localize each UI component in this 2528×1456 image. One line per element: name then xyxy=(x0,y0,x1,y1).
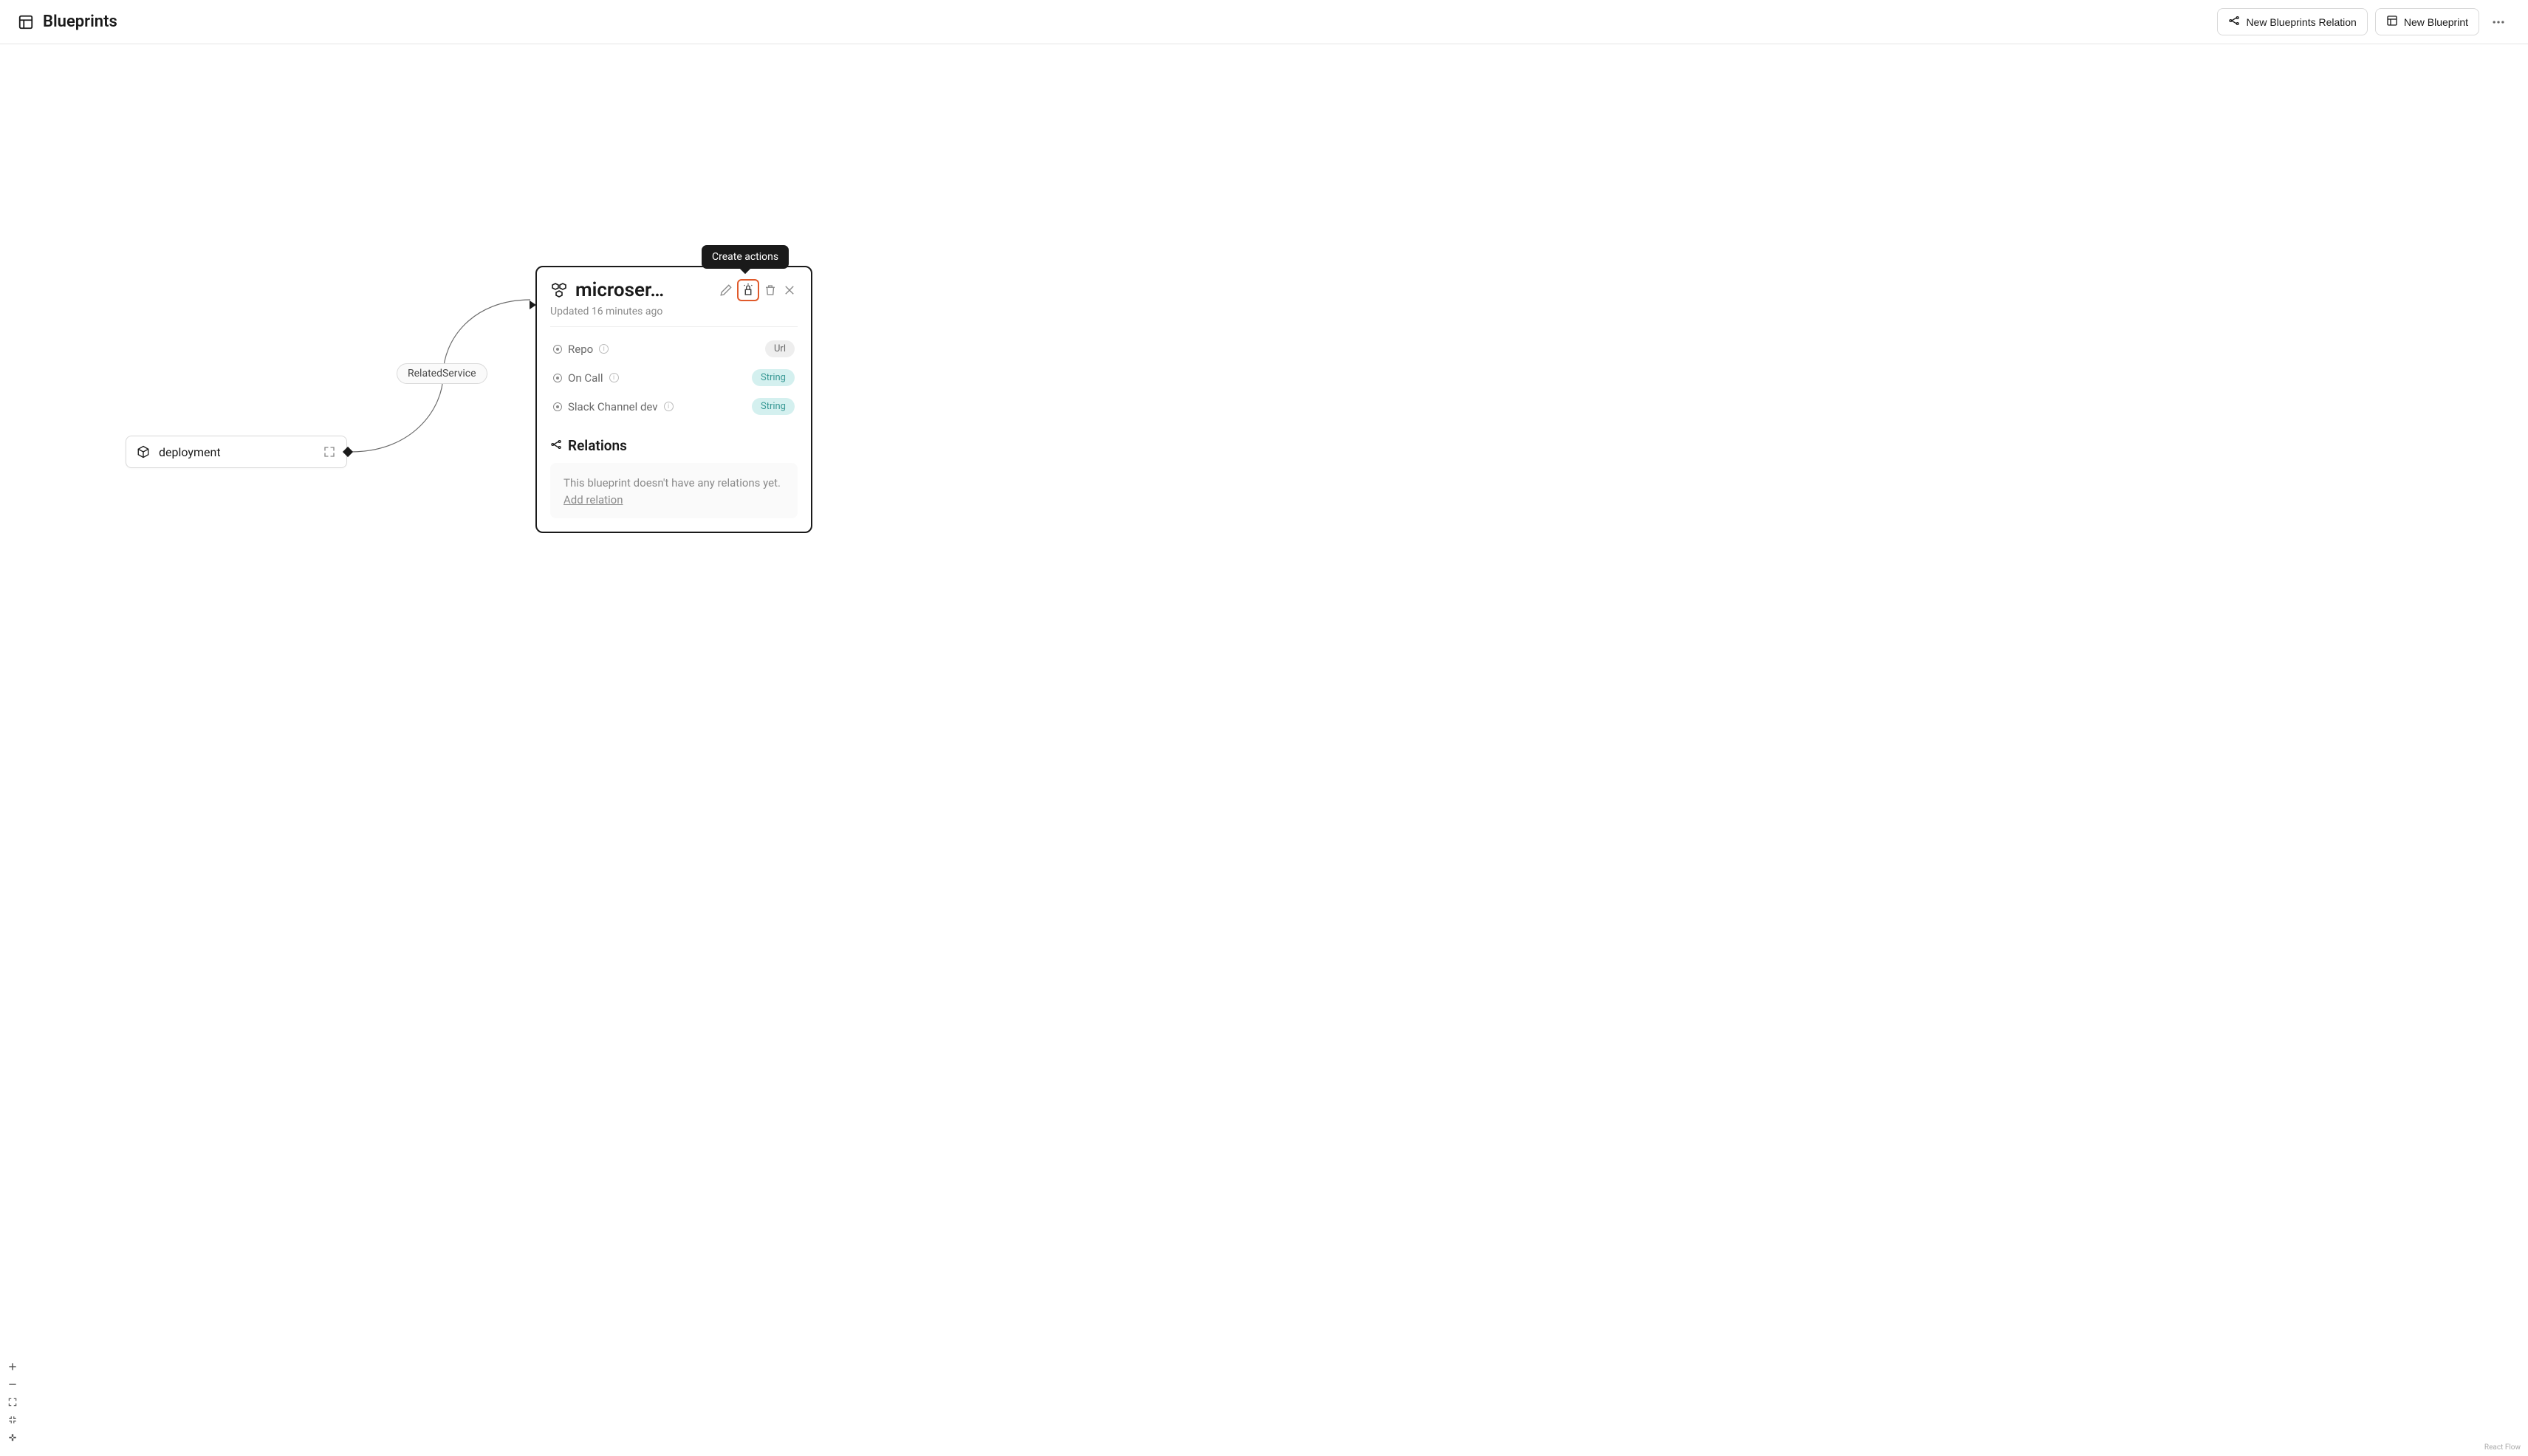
bullet-icon xyxy=(553,374,562,382)
edge-label[interactable]: RelatedService xyxy=(397,363,487,384)
card-actions xyxy=(718,279,798,301)
blueprint-card: microser… xyxy=(535,266,812,533)
node-deployment[interactable]: deployment xyxy=(126,436,347,468)
bullet-icon xyxy=(553,345,562,354)
card-title: microser… xyxy=(575,279,710,301)
info-icon[interactable]: i xyxy=(609,373,619,382)
node-deployment-label: deployment xyxy=(159,445,323,459)
node-port-out[interactable] xyxy=(343,447,353,457)
new-relation-label: New Blueprints Relation xyxy=(2246,16,2356,28)
property-name: Repo xyxy=(568,343,593,356)
header-left: Blueprints xyxy=(18,13,117,31)
property-row: Slack Channel dev i String xyxy=(550,392,798,421)
relations-title-label: Relations xyxy=(568,437,627,454)
properties-list: RepoiUrlOn CalliStringSlack Channel devi… xyxy=(550,334,798,421)
create-actions-button[interactable] xyxy=(737,279,759,301)
edit-button[interactable] xyxy=(718,282,734,298)
relations-empty-text: This blueprint doesn't have any relation… xyxy=(564,475,784,492)
blueprint-icon xyxy=(2386,15,2398,29)
relation-icon xyxy=(2228,15,2240,29)
card-divider xyxy=(550,326,798,327)
new-blueprint-button[interactable]: New Blueprint xyxy=(2375,8,2479,35)
property-row: Repoi Url xyxy=(550,334,798,363)
bullet-icon xyxy=(553,402,562,411)
delete-button[interactable] xyxy=(762,282,778,298)
relations-section: Relations This blueprint doesn't have an… xyxy=(550,437,798,518)
new-relation-button[interactable]: New Blueprints Relation xyxy=(2217,8,2367,35)
edge-path xyxy=(0,44,2528,1456)
page-title: Blueprints xyxy=(43,13,117,31)
new-blueprint-label: New Blueprint xyxy=(2404,16,2468,28)
card-port-in[interactable] xyxy=(530,301,536,309)
zoom-out-button[interactable] xyxy=(4,1376,21,1393)
tooltip-create-actions: Create actions xyxy=(702,245,789,269)
type-pill: String xyxy=(752,398,795,415)
info-icon[interactable]: i xyxy=(664,402,674,411)
fit-view-button[interactable] xyxy=(4,1394,21,1410)
zoom-controls xyxy=(4,1359,21,1446)
layout-icon xyxy=(18,14,34,30)
microservice-icon xyxy=(550,281,568,299)
more-menu-button[interactable] xyxy=(2487,10,2510,34)
relation-icon xyxy=(550,437,562,454)
property-name: Slack Channel dev xyxy=(568,400,658,413)
card-header: microser… xyxy=(550,279,798,301)
canvas[interactable]: deployment RelatedService Create actions xyxy=(0,44,2528,1456)
card-subtitle: Updated 16 minutes ago xyxy=(550,306,798,317)
header-right: New Blueprints Relation New Blueprint xyxy=(2217,8,2510,35)
type-pill: String xyxy=(752,369,795,386)
page-header: Blueprints New Blueprints Relation New B… xyxy=(0,0,2528,44)
zoom-in-button[interactable] xyxy=(4,1359,21,1375)
collapse-view-button[interactable] xyxy=(4,1412,21,1428)
cube-icon xyxy=(137,445,150,459)
property-row: On Call i String xyxy=(550,363,798,392)
property-name: On Call xyxy=(568,371,603,385)
expand-icon[interactable] xyxy=(323,445,336,459)
attribution-label: React Flow xyxy=(2484,1443,2521,1452)
close-button[interactable] xyxy=(781,282,798,298)
relations-empty: This blueprint doesn't have any relation… xyxy=(550,463,798,518)
lock-view-button[interactable] xyxy=(4,1429,21,1446)
add-relation-link[interactable]: Add relation xyxy=(564,493,623,506)
info-icon[interactable]: i xyxy=(599,344,609,354)
tooltip-label: Create actions xyxy=(712,251,778,263)
type-pill: Url xyxy=(765,340,795,357)
relations-title: Relations xyxy=(550,437,798,454)
